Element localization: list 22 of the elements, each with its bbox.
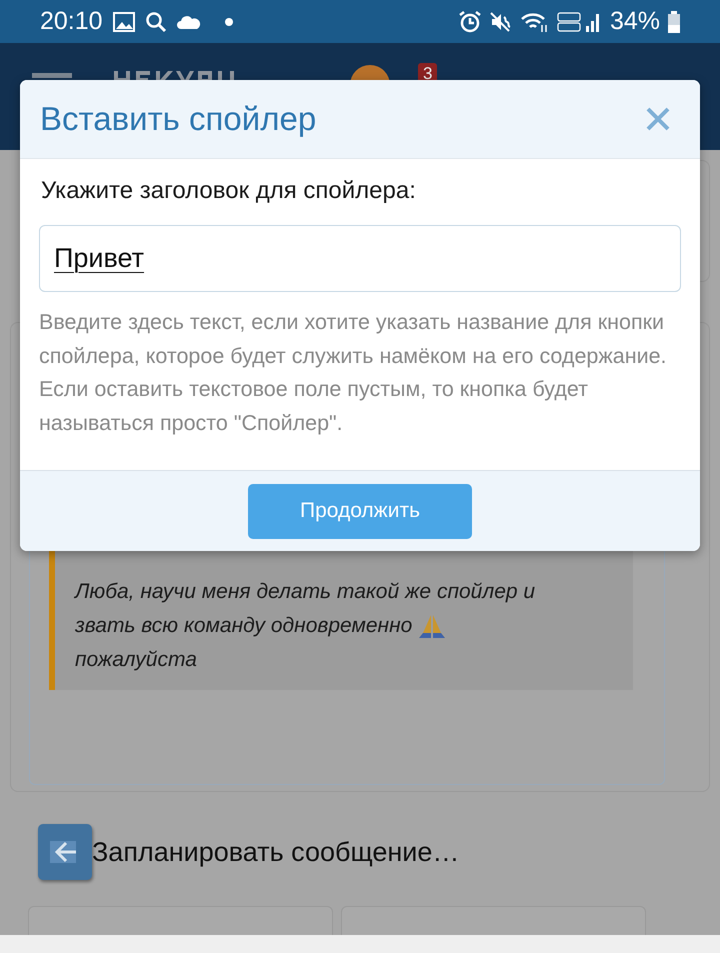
quote-text: звать всю команду одновременно [75, 614, 412, 637]
field-label: Укажите заголовок для спойлера: [41, 177, 417, 205]
search-icon [144, 10, 167, 32]
dialog-title: Вставить спойлер [40, 100, 318, 138]
clock-time: 20:10 [40, 7, 103, 36]
dot-icon [224, 18, 233, 26]
input-field[interactable]: Привет [39, 225, 681, 292]
praying-hands-icon [418, 613, 446, 640]
schedule-button[interactable] [38, 824, 92, 880]
image-icon [112, 12, 135, 32]
quote-text: Люба, научи меня делать такой же спойлер и [75, 580, 536, 603]
battery-icon [668, 10, 680, 32]
close-icon [646, 107, 670, 131]
schedule-label[interactable]: Запланировать сообщение… [92, 836, 460, 868]
signal-icon [556, 10, 602, 34]
cloud-icon [176, 14, 201, 30]
alarm-icon [458, 10, 482, 34]
mute-icon [490, 10, 512, 32]
wifi-icon [520, 10, 548, 32]
battery-percent: 34% [610, 7, 660, 36]
quote-text: пожалуйста [75, 648, 197, 671]
hint-text: Введите здесь текст, если хотите указать название для кнопки спойлера, которое будет служить намёком на его содержание. Если оставить текстовое поле пустым, то кнопка будет называться просто "Спойлер". [39, 309, 668, 436]
